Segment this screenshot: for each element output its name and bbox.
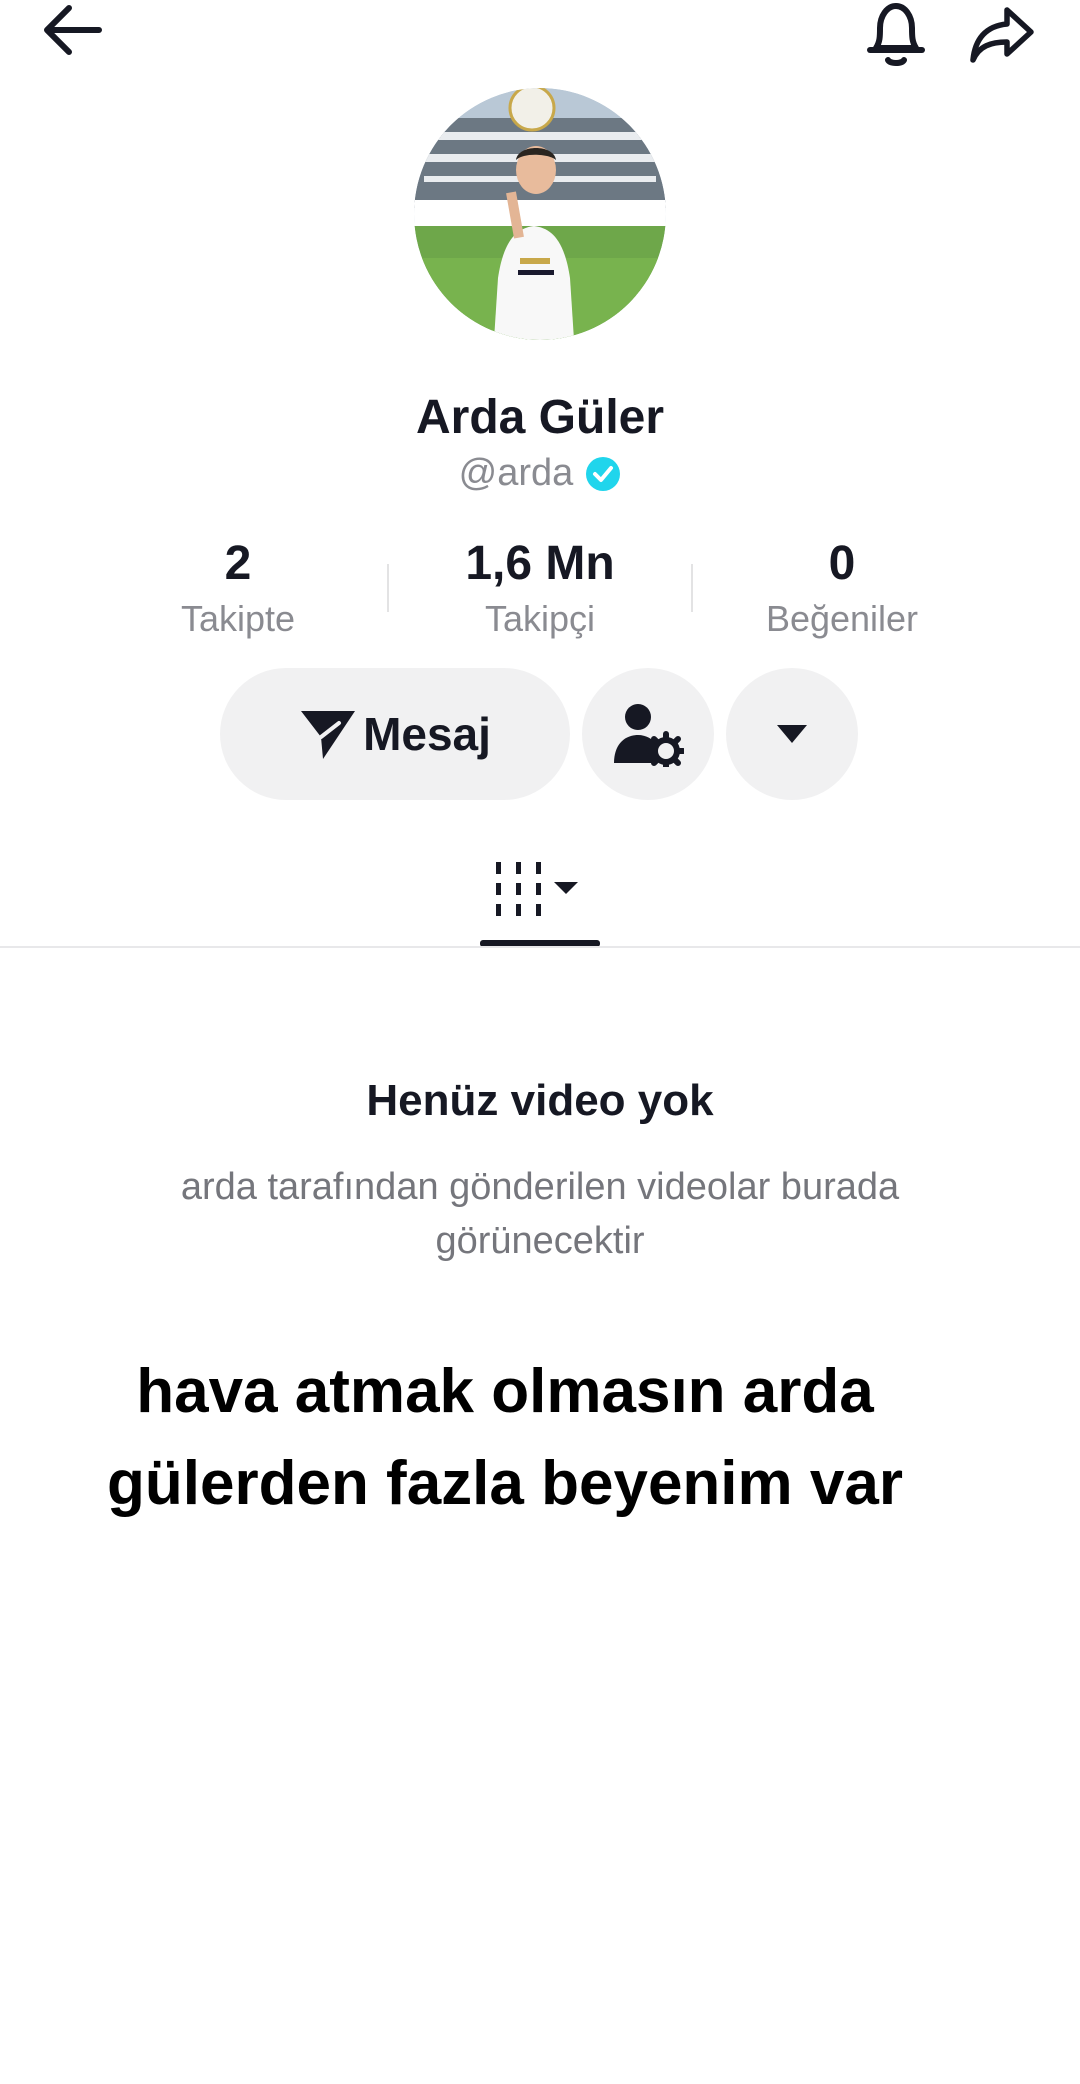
tab-videos[interactable] [480, 840, 600, 940]
more-options-button[interactable] [726, 668, 858, 800]
empty-state-title: Henüz video yok [366, 1076, 714, 1125]
bell-icon [867, 3, 925, 66]
stat-divider [691, 564, 693, 612]
caret-down-icon [777, 725, 807, 743]
share-arrow-icon [970, 7, 1034, 63]
followers-label: Takipçi [484, 598, 596, 639]
display-name: Arda Güler [415, 391, 665, 444]
video-grid-icon [496, 862, 578, 916]
send-message-icon [301, 711, 356, 759]
stat-following[interactable]: 2 Takipte [108, 536, 368, 642]
share-button[interactable] [960, 0, 1044, 70]
friend-settings-button[interactable] [582, 668, 714, 800]
username: @arda [458, 452, 574, 494]
following-count: 2 [224, 537, 252, 590]
avatar[interactable] [414, 88, 666, 340]
tab-divider [0, 946, 1080, 948]
stat-followers[interactable]: 1,6 Mn Takipçi [410, 536, 670, 642]
likes-label: Beğeniler [765, 598, 919, 639]
message-button[interactable]: Mesaj [220, 668, 570, 800]
empty-state-description: arda tarafından gönderilen videolar bura… [180, 1166, 900, 1262]
profile-actions: Mesaj [0, 668, 1080, 802]
profile-photo [414, 88, 666, 340]
followers-count: 1,6 Mn [465, 537, 615, 590]
profile-stats: 2 Takipte 1,6 Mn Takipçi 0 Beğeniler [0, 536, 1080, 646]
likes-count: 0 [828, 537, 856, 590]
stat-divider [387, 564, 389, 612]
following-label: Takipte [180, 598, 296, 639]
arrow-left-icon [44, 5, 102, 55]
notifications-button[interactable] [856, 0, 936, 70]
verified-check-icon [586, 456, 621, 491]
overlay-caption: hava atmak olmasın arda gülerden fazla b… [107, 1357, 903, 1518]
username-row: @arda [0, 452, 1080, 495]
content-tabs [0, 840, 1080, 948]
stat-likes: 0 Beğeniler [712, 536, 972, 642]
message-button-label: Mesaj [363, 708, 491, 760]
back-button[interactable] [30, 0, 114, 60]
user-settings-icon [614, 704, 684, 767]
